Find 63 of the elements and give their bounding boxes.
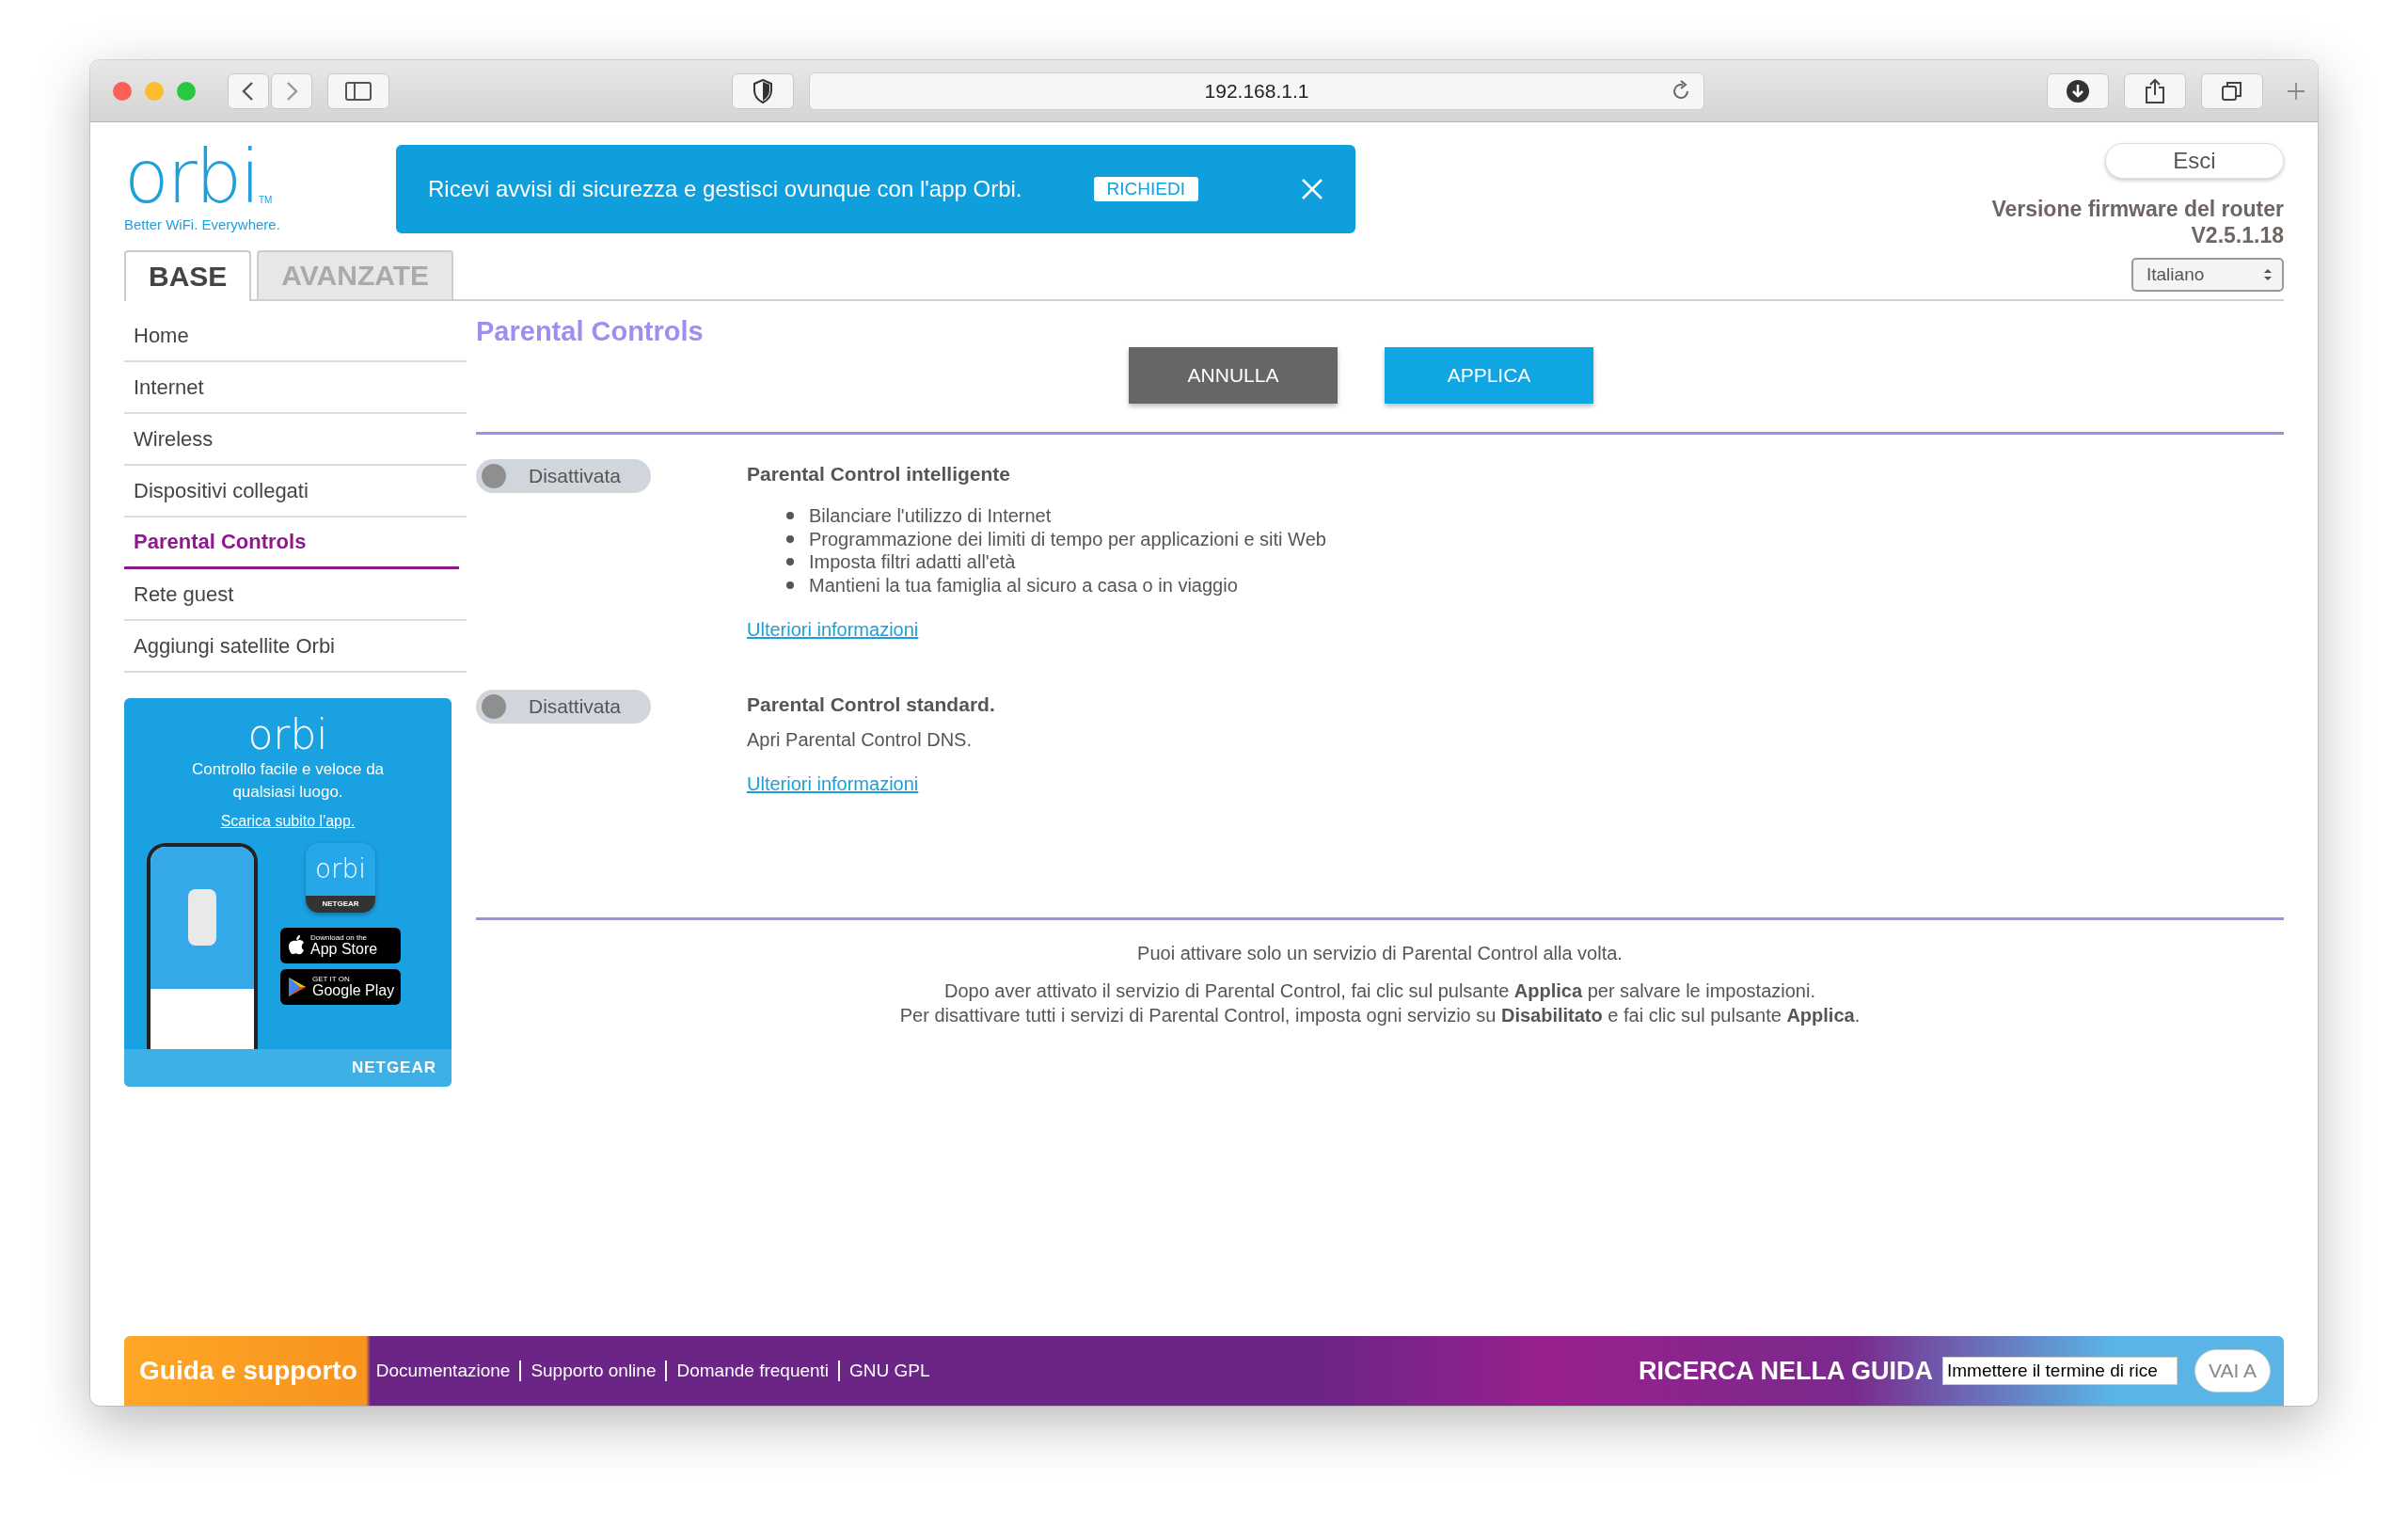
toggle-switch[interactable]: Disattivata xyxy=(476,459,651,493)
service-title: Parental Control intelligente xyxy=(747,463,1011,485)
shield-icon xyxy=(752,78,773,103)
download-button[interactable] xyxy=(2047,72,2109,109)
bullet-icon xyxy=(786,558,794,566)
list-item: Mantieni la tua famiglia al sicuro a casa o in viaggio xyxy=(809,573,1238,597)
tagline: Better WiFi. Everywhere. xyxy=(124,216,281,232)
sidebar-icon xyxy=(345,81,372,101)
sidebar-item[interactable]: Dispositivi collegati xyxy=(124,466,467,517)
info-text: Per disattivare tutti i servizi di Parental Control, imposta ogni servizio su Disabilitato e fai clic sul pulsante Applica. xyxy=(899,1004,1861,1027)
tabs-overview-button[interactable] xyxy=(2201,72,2263,109)
sidebar-item[interactable]: Aggiungi satellite Orbi xyxy=(124,621,467,673)
service-description: Apri Parental Control DNS. xyxy=(747,729,972,751)
tab[interactable]: BASE xyxy=(124,250,252,301)
search-label: RICERCA NELLA GUIDA xyxy=(1639,1356,1933,1386)
tabs-icon xyxy=(2221,79,2243,103)
go-button[interactable]: VAI A xyxy=(2194,1349,2271,1393)
list-item: Programmazione dei limiti di tempo per applicazioni e siti Web xyxy=(809,527,1326,550)
help-search-field[interactable]: Immettere il termine di rice xyxy=(1942,1357,2178,1385)
footer-link[interactable]: Supporto online xyxy=(531,1361,657,1381)
sidebar-item[interactable]: Wireless xyxy=(124,414,467,466)
orbi-logo: orbi xyxy=(124,143,259,211)
download-icon xyxy=(2066,78,2090,103)
info-text: Puoi attivare solo un servizio di Parental Control alla volta. xyxy=(1137,942,1623,965)
footer-title: Guida e supporto xyxy=(139,1356,357,1386)
share-icon xyxy=(2145,77,2165,104)
sidebar-item[interactable]: Internet xyxy=(124,362,467,414)
trademark-mark: TM xyxy=(259,195,273,205)
language-select[interactable]: Italiano xyxy=(2131,258,2284,292)
cancel-button[interactable]: ANNULLA xyxy=(1129,347,1338,404)
address-bar[interactable]: 192.168.1.1 xyxy=(809,72,1704,110)
footer-link[interactable]: Domande frequenti xyxy=(676,1361,830,1381)
page-title: Parental Controls xyxy=(476,316,705,347)
footer-link[interactable]: GNU GPL xyxy=(849,1361,930,1381)
sidebar-item[interactable]: Rete guest xyxy=(124,569,467,621)
footer-link[interactable]: Documentazione xyxy=(375,1361,511,1381)
logout-button[interactable]: Esci xyxy=(2105,143,2284,179)
toggle-switch[interactable]: Disattivata xyxy=(476,690,651,724)
shield-button[interactable] xyxy=(732,72,794,109)
sidebar-toggle-button[interactable] xyxy=(327,72,389,109)
firmware-label: Versione firmware del router xyxy=(1991,196,2284,222)
app-icon: orbi NETGEAR xyxy=(306,843,375,913)
bullet-icon xyxy=(786,512,794,520)
orbi-logo: orbi xyxy=(247,711,328,758)
promo-text: Controllo facile e veloce da qualsiasi luogo. xyxy=(190,759,386,803)
brand-name: NETGEAR xyxy=(351,1058,436,1077)
bullet-icon xyxy=(786,581,794,589)
back-button[interactable] xyxy=(228,72,269,109)
new-tab-icon[interactable] xyxy=(2286,80,2306,102)
info-text: Dopo aver attivato il servizio di Parental Control, fai clic sul pulsante Applica per salvare le impostazioni. xyxy=(944,979,1815,1003)
google-play-badge[interactable]: GET IT ON Google Play xyxy=(280,969,401,1005)
sidebar-item[interactable]: Home xyxy=(124,310,467,362)
firmware-version: V2.5.1.18 xyxy=(2191,222,2284,248)
close-icon[interactable] xyxy=(1301,178,1323,200)
list-item: Imposta filtri adatti all'età xyxy=(809,550,1016,574)
list-item: Bilanciare l'utilizzo di Internet xyxy=(809,504,1052,528)
banner-text: Ricevi avvisi di sicurezza e gestisci ovunque con l'app Orbi. xyxy=(428,176,1022,202)
service-title: Parental Control standard. xyxy=(747,693,995,716)
updown-arrows-icon xyxy=(2263,267,2273,282)
bullet-icon xyxy=(786,534,794,543)
share-button[interactable] xyxy=(2124,72,2186,109)
app-store-badge[interactable]: Download on the App Store xyxy=(280,928,401,963)
sidebar-item[interactable]: Parental Controls xyxy=(124,517,459,569)
